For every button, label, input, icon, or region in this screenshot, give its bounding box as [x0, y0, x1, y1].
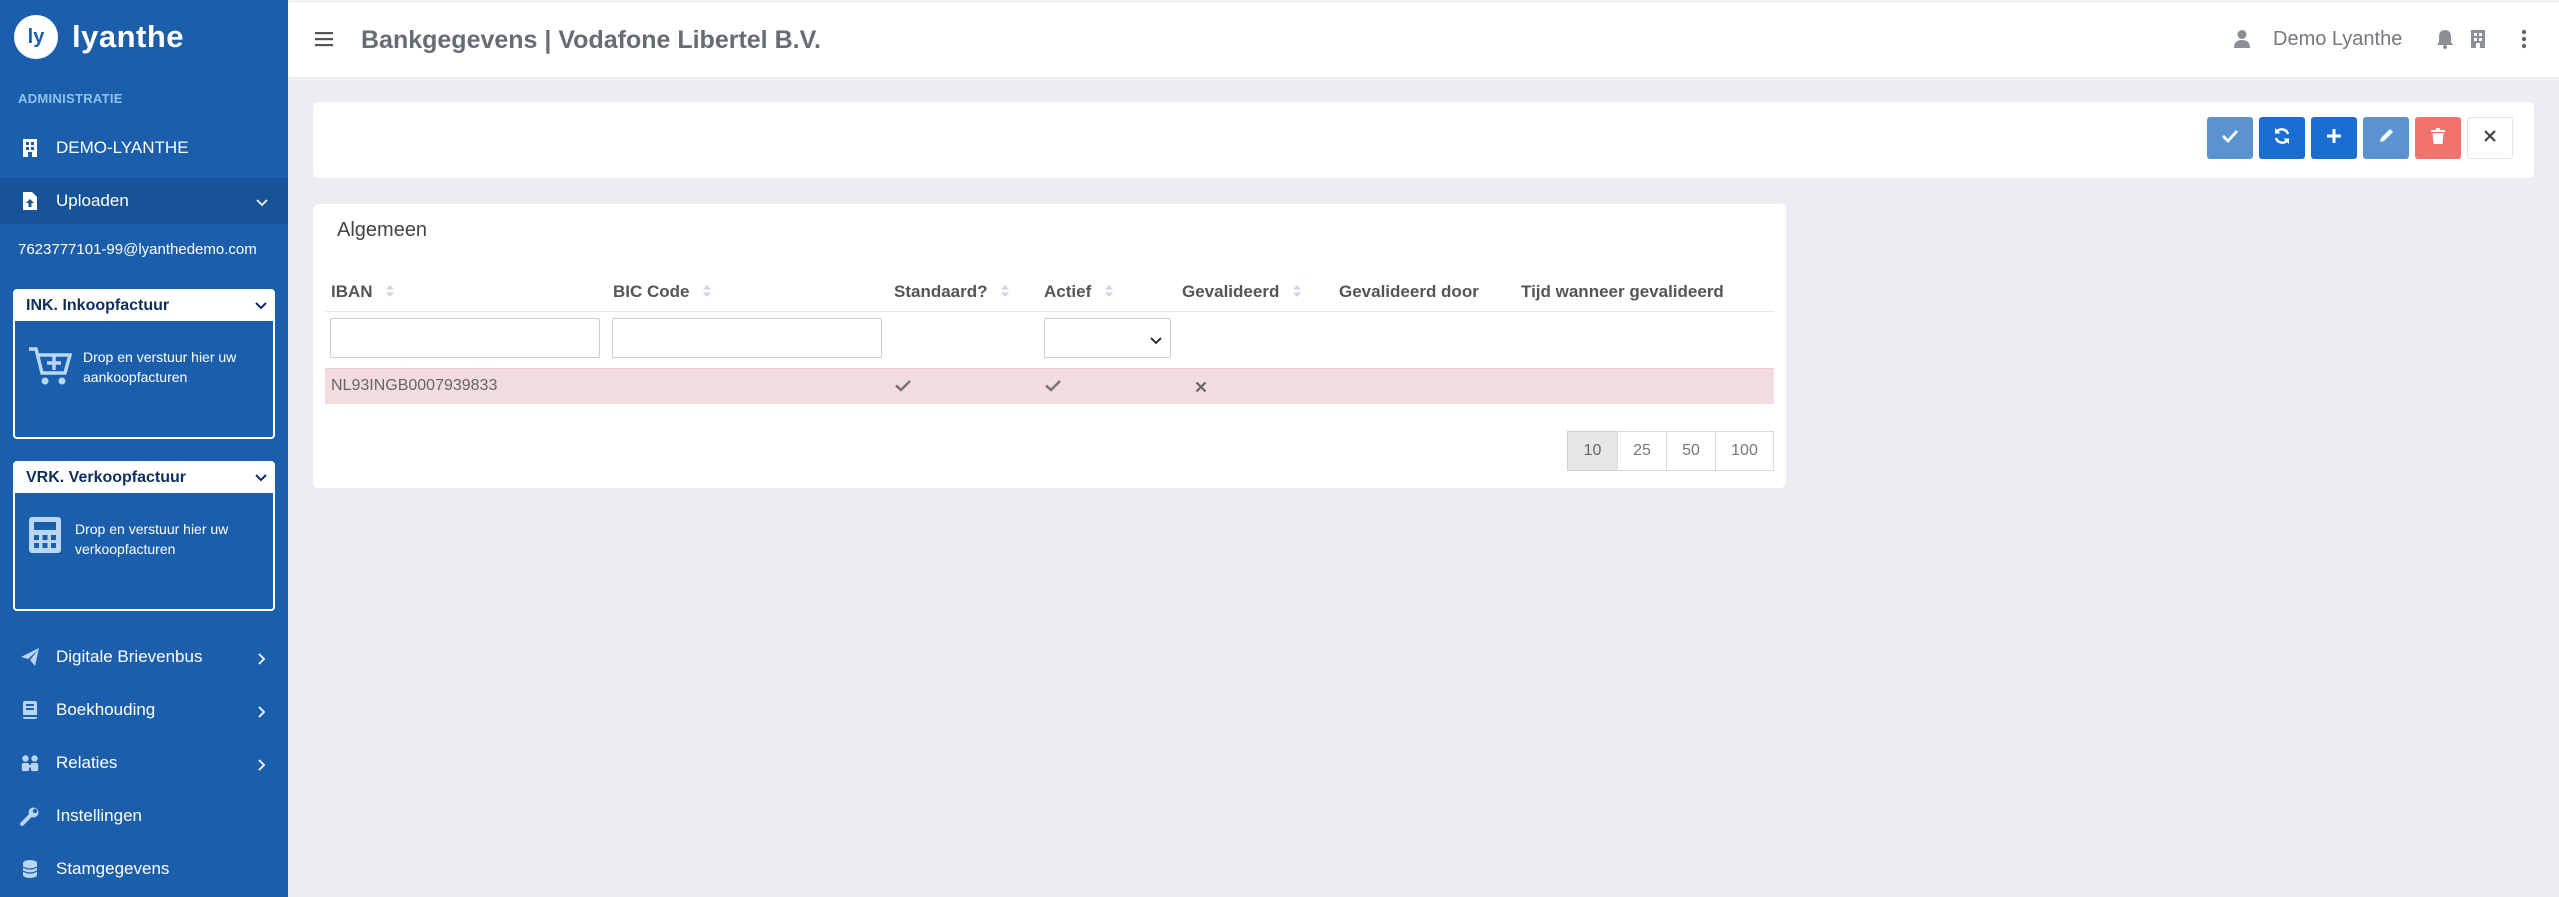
dropzone-title: INK. Inkoopfactuur: [26, 297, 170, 314]
column-label: Actief: [1044, 282, 1092, 301]
chevron-down-icon: [255, 299, 267, 317]
column-header-gevalideerd[interactable]: Gevalideerd: [1182, 282, 1302, 303]
page-title: Bankgegevens | Vodafone Libertel B.V.: [361, 26, 821, 54]
check-icon: [1045, 379, 1061, 397]
refresh-icon: [2273, 127, 2291, 150]
column-header-standaard[interactable]: Standaard?: [894, 282, 1010, 303]
sidebar: ly lyanthe ADMINISTRATIE DEMO-LYANTHE Up…: [0, 0, 288, 897]
chevron-right-icon: [256, 650, 268, 670]
column-label: Gevalideerd: [1182, 282, 1280, 301]
page-size-50[interactable]: 50: [1666, 431, 1716, 471]
user-icon[interactable]: [2233, 29, 2251, 54]
hamburger-menu-icon[interactable]: [315, 31, 333, 47]
sidebar-item-stamgegevens[interactable]: Stamgegevens: [0, 846, 288, 892]
refresh-button[interactable]: [2259, 117, 2305, 159]
building-icon: [20, 138, 40, 158]
sidebar-item-relaties[interactable]: Relaties: [0, 740, 288, 786]
purchase-invoice-select[interactable]: INK. Inkoopfactuur: [15, 291, 273, 321]
logo-text: lyanthe: [72, 19, 185, 54]
column-header-iban[interactable]: IBAN: [331, 282, 395, 303]
sales-invoice-dropzone[interactable]: VRK. Verkoopfactuur Drop en verstuur hie…: [13, 461, 275, 611]
more-vertical-icon[interactable]: [2521, 29, 2527, 54]
database-icon: [20, 859, 40, 879]
sidebar-item-label: Relaties: [56, 753, 118, 772]
column-label: IBAN: [331, 282, 373, 301]
page-size-100[interactable]: 100: [1715, 431, 1774, 471]
bank-details-card: Algemeen IBAN BIC Code Standaard? Actief…: [313, 204, 1786, 488]
wrench-icon: [20, 806, 40, 826]
sales-invoice-select[interactable]: VRK. Verkoopfactuur: [15, 463, 273, 493]
building-icon[interactable]: [2470, 29, 2486, 54]
column-header-actief[interactable]: Actief: [1044, 282, 1114, 303]
card-title: Algemeen: [337, 219, 428, 241]
close-button[interactable]: [2467, 117, 2513, 159]
top-bar: Bankgegevens | Vodafone Libertel B.V. De…: [288, 3, 2559, 77]
page-size-10[interactable]: 10: [1567, 431, 1618, 471]
chevron-down-icon: [1150, 333, 1162, 351]
sidebar-item-label: Digitale Brievenbus: [56, 647, 203, 666]
column-header-bic[interactable]: BIC Code: [613, 282, 712, 303]
cross-icon: [1195, 380, 1207, 398]
chevron-right-icon: [256, 703, 268, 723]
sidebar-item-label: DEMO-LYANTHE: [56, 138, 189, 157]
dropzone-text: Drop en verstuur hier uw: [75, 521, 229, 537]
calculator-icon: [27, 515, 65, 561]
sidebar-item-label: Uploaden: [56, 191, 129, 210]
trash-icon: [2431, 127, 2445, 149]
close-icon: [2484, 129, 2496, 147]
column-label: BIC Code: [613, 282, 690, 301]
dropzone-text: Drop en verstuur hier uw: [83, 349, 237, 365]
section-title: ADMINISTRATIE: [18, 91, 123, 106]
cell-iban: NL93INGB0007939833: [331, 377, 498, 394]
dropzone-title: VRK. Verkoopfactuur: [26, 469, 187, 486]
column-header-gevalideerd-door: Gevalideerd door: [1339, 282, 1479, 301]
column-label: Standaard?: [894, 282, 988, 301]
sort-icon: [702, 283, 712, 303]
file-upload-icon: [20, 191, 40, 211]
dropzone-text: verkoopfacturen: [75, 541, 176, 557]
action-toolbar: [313, 102, 2534, 178]
chevron-down-icon: [255, 471, 267, 489]
sidebar-item-digitale-brievenbus[interactable]: Digitale Brievenbus: [0, 634, 288, 680]
delete-button[interactable]: [2415, 117, 2461, 159]
sort-icon: [385, 283, 395, 303]
check-icon: [895, 379, 911, 397]
sidebar-item-boekhouding[interactable]: Boekhouding: [0, 687, 288, 733]
chevron-down-icon: [256, 194, 268, 214]
sidebar-item-instellingen[interactable]: Instellingen: [0, 793, 288, 839]
plus-icon: [2326, 128, 2342, 149]
confirm-button[interactable]: [2207, 117, 2253, 159]
dropzone-text: aankoopfacturen: [83, 369, 188, 385]
sidebar-item-upload[interactable]: Uploaden: [0, 178, 288, 224]
book-icon: [20, 700, 40, 720]
logo[interactable]: ly lyanthe: [14, 15, 184, 59]
user-email: 7623777101-99@lyanthedemo.com: [18, 241, 257, 258]
bell-icon[interactable]: [2436, 29, 2454, 54]
iban-filter-input[interactable]: [330, 318, 600, 358]
sidebar-item-company[interactable]: DEMO-LYANTHE: [0, 125, 288, 171]
sidebar-item-label: Boekhouding: [56, 700, 156, 719]
actief-filter-select[interactable]: [1044, 318, 1171, 358]
cart-plus-icon: [27, 343, 73, 389]
user-name[interactable]: Demo Lyanthe: [2273, 28, 2402, 51]
sort-icon: [1292, 283, 1302, 303]
check-icon: [2222, 129, 2239, 148]
pencil-icon: [2378, 128, 2394, 149]
paper-plane-icon: [20, 647, 40, 667]
edit-button[interactable]: [2363, 117, 2409, 159]
sort-icon: [1000, 283, 1010, 303]
page-size-25[interactable]: 25: [1617, 431, 1667, 471]
column-header-tijd-gevalideerd: Tijd wanneer gevalideerd: [1521, 282, 1724, 301]
table-row[interactable]: NL93INGB0007939833: [325, 368, 1774, 404]
people-icon: [20, 753, 40, 773]
sidebar-item-label: Stamgegevens: [56, 859, 170, 878]
sidebar-item-label: Instellingen: [56, 806, 143, 825]
purchase-invoice-dropzone[interactable]: INK. Inkoopfactuur Drop en verstuur hier…: [13, 289, 275, 439]
chevron-right-icon: [256, 756, 268, 776]
divider: [325, 311, 1774, 312]
sort-icon: [1104, 283, 1114, 303]
bic-filter-input[interactable]: [612, 318, 882, 358]
add-button[interactable]: [2311, 117, 2357, 159]
logo-mark: ly: [14, 15, 58, 59]
